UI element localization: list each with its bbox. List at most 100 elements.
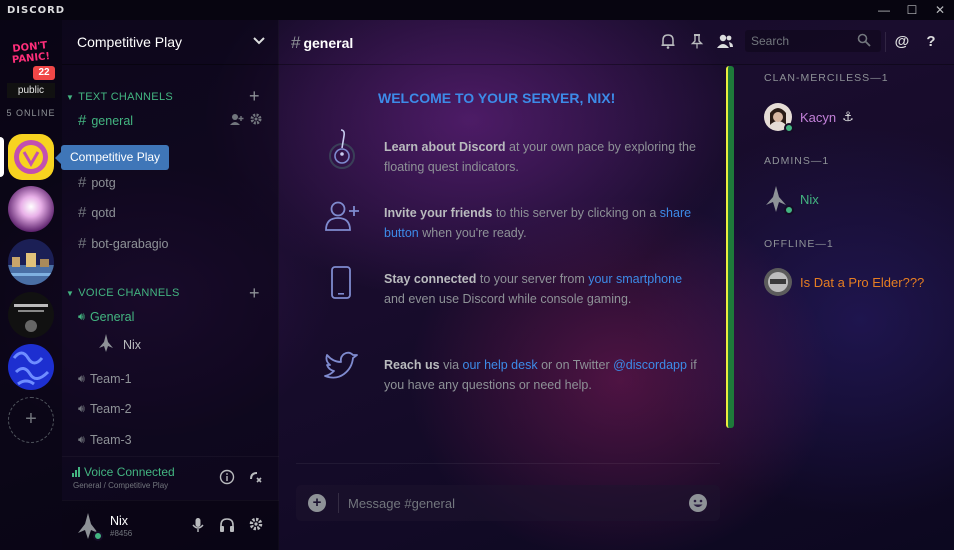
chat-scrollbar[interactable] [726, 66, 734, 428]
maximize-icon[interactable]: ☐ [898, 0, 926, 20]
server-label-public: public [7, 83, 55, 98]
avatar [764, 185, 794, 215]
headphones-icon[interactable] [218, 517, 236, 535]
voice-channels-category[interactable]: ▼ VOICE CHANNELS [66, 287, 180, 299]
welcome-item-text: when you're ready. [418, 226, 527, 240]
member-group-header: CLAN-MERCILESS—1 [764, 72, 889, 84]
user-panel: Nix #8456 [62, 500, 279, 550]
user-name: Nix [110, 514, 129, 528]
search-box[interactable] [745, 30, 881, 52]
quest-indicator-icon [322, 128, 362, 169]
avatar[interactable] [76, 511, 104, 541]
voice-location: General / Competitive Play [73, 481, 169, 490]
twitter-handle-link[interactable]: @discordapp [613, 358, 687, 372]
title-bar: DISCORD — ☐ ✕ [0, 0, 954, 20]
member-item-kacyn[interactable]: Kacyn ⚓ [764, 103, 854, 133]
welcome-item-heading: Invite your friends [384, 206, 493, 220]
voice-channel-general[interactable]: 🔊︎ General [78, 310, 134, 324]
server-icon-crystal[interactable] [8, 186, 54, 232]
welcome-item-learn: Learn about Discord at your own pace by … [384, 137, 704, 177]
voice-user-nix[interactable]: Nix [99, 334, 141, 355]
category-label: TEXT CHANNELS [78, 91, 173, 103]
channel-label: general [91, 113, 134, 128]
server-icon-blue-scribble[interactable] [8, 344, 54, 390]
minimize-icon[interactable]: — [870, 0, 898, 20]
upload-button[interactable]: + [308, 494, 326, 512]
hash-icon: # [78, 112, 87, 129]
help-icon[interactable]: ? [922, 33, 940, 51]
welcome-item-invite: Invite your friends to this server by cl… [384, 203, 704, 243]
channel-label: potg [91, 175, 116, 190]
search-icon[interactable] [857, 33, 871, 50]
member-group-header: ADMINS—1 [764, 155, 830, 167]
emoji-icon[interactable] [688, 493, 708, 513]
voice-connected-status[interactable]: Voice Connected [72, 465, 175, 479]
mention-icon[interactable]: @ [893, 33, 911, 51]
collapse-arrow-icon: ▼ [66, 92, 75, 102]
channel-general[interactable]: # general [78, 112, 133, 129]
gear-icon[interactable] [250, 113, 262, 128]
signal-icon [72, 467, 80, 477]
message-input[interactable] [348, 493, 668, 513]
voice-channel-team-3[interactable]: 🔊︎ Team-3 [78, 433, 132, 447]
member-item-nix[interactable]: Nix [764, 185, 819, 215]
server-icon-communism[interactable] [8, 292, 54, 338]
speaker-icon: 🔊︎ [78, 402, 85, 415]
voice-user-name: Nix [123, 337, 142, 352]
channel-label: Team-1 [89, 372, 132, 386]
server-icon-competitive-play[interactable] [8, 134, 54, 180]
help-desk-link[interactable]: our help desk [463, 358, 538, 372]
disconnect-icon[interactable] [247, 469, 265, 487]
channel-sidebar: Competitive Play ▼ TEXT CHANNELS + # gen… [62, 20, 279, 550]
channel-label: bot-garabagio [91, 236, 169, 251]
smartphone-link[interactable]: your smartphone [588, 272, 682, 286]
chevron-down-icon[interactable] [253, 34, 265, 48]
invite-icon[interactable] [230, 113, 244, 128]
voice-channel-team-1[interactable]: 🔊︎ Team-1 [78, 372, 132, 386]
guild-header[interactable]: Competitive Play [62, 20, 279, 65]
create-voice-channel-button[interactable]: + [249, 284, 260, 302]
search-input[interactable] [745, 34, 845, 48]
welcome-item-reach: Reach us via our help desk or on Twitter… [384, 355, 704, 395]
server-tooltip: Competitive Play [54, 145, 170, 170]
add-friend-icon [322, 198, 362, 238]
server-icon-city-night[interactable] [8, 239, 54, 285]
smartphone-icon [322, 264, 362, 304]
voice-status-label: Voice Connected [84, 465, 175, 479]
close-icon[interactable]: ✕ [926, 0, 954, 20]
voice-connection-panel: Voice Connected General / Competitive Pl… [62, 456, 279, 500]
member-item-is-dat-a-pro-elder[interactable]: Is Dat a Pro Elder??? [764, 268, 924, 296]
user-avatar-icon [99, 334, 113, 355]
channel-qotd[interactable]: # qotd [78, 204, 116, 221]
channel-label: qotd [91, 205, 116, 220]
channel-tools [230, 113, 262, 128]
add-server-button[interactable]: + [8, 397, 54, 443]
info-icon[interactable] [218, 469, 236, 487]
welcome-item-connected: Stay connected to your server from your … [384, 269, 704, 309]
channel-potg[interactable]: # potg [78, 174, 116, 191]
welcome-item-heading: Learn about Discord [384, 140, 506, 154]
avatar [764, 268, 792, 296]
create-text-channel-button[interactable]: + [249, 87, 260, 105]
channel-label: Team-3 [89, 433, 132, 447]
member-list-icon[interactable] [716, 33, 734, 51]
text-channels-category[interactable]: ▼ TEXT CHANNELS [66, 91, 173, 103]
microphone-icon[interactable] [189, 517, 207, 535]
bell-icon[interactable] [659, 33, 677, 51]
welcome-item-heading: Stay connected [384, 272, 477, 286]
channel-title-label: general [303, 35, 354, 51]
welcome-item-text: via [439, 358, 463, 372]
channel-bot-garabagio[interactable]: # bot-garabagio [78, 235, 169, 252]
hash-icon: # [78, 204, 87, 221]
settings-gear-icon[interactable] [247, 517, 265, 535]
window-controls: — ☐ ✕ [870, 0, 954, 20]
welcome-item-text: to your server from [476, 272, 589, 286]
member-list: CLAN-MERCILESS—1 Kacyn ⚓ ADMINS—1 Nix OF… [750, 65, 954, 550]
voice-channel-team-2[interactable]: 🔊︎ Team-2 [78, 402, 132, 416]
channel-title: # general [291, 33, 353, 53]
guild-name: Competitive Play [77, 34, 183, 50]
member-name: Is Dat a Pro Elder??? [800, 274, 925, 290]
pin-icon[interactable] [688, 33, 706, 51]
online-status-icon [784, 123, 794, 133]
welcome-item-text: and even use Discord while console gamin… [384, 292, 632, 306]
